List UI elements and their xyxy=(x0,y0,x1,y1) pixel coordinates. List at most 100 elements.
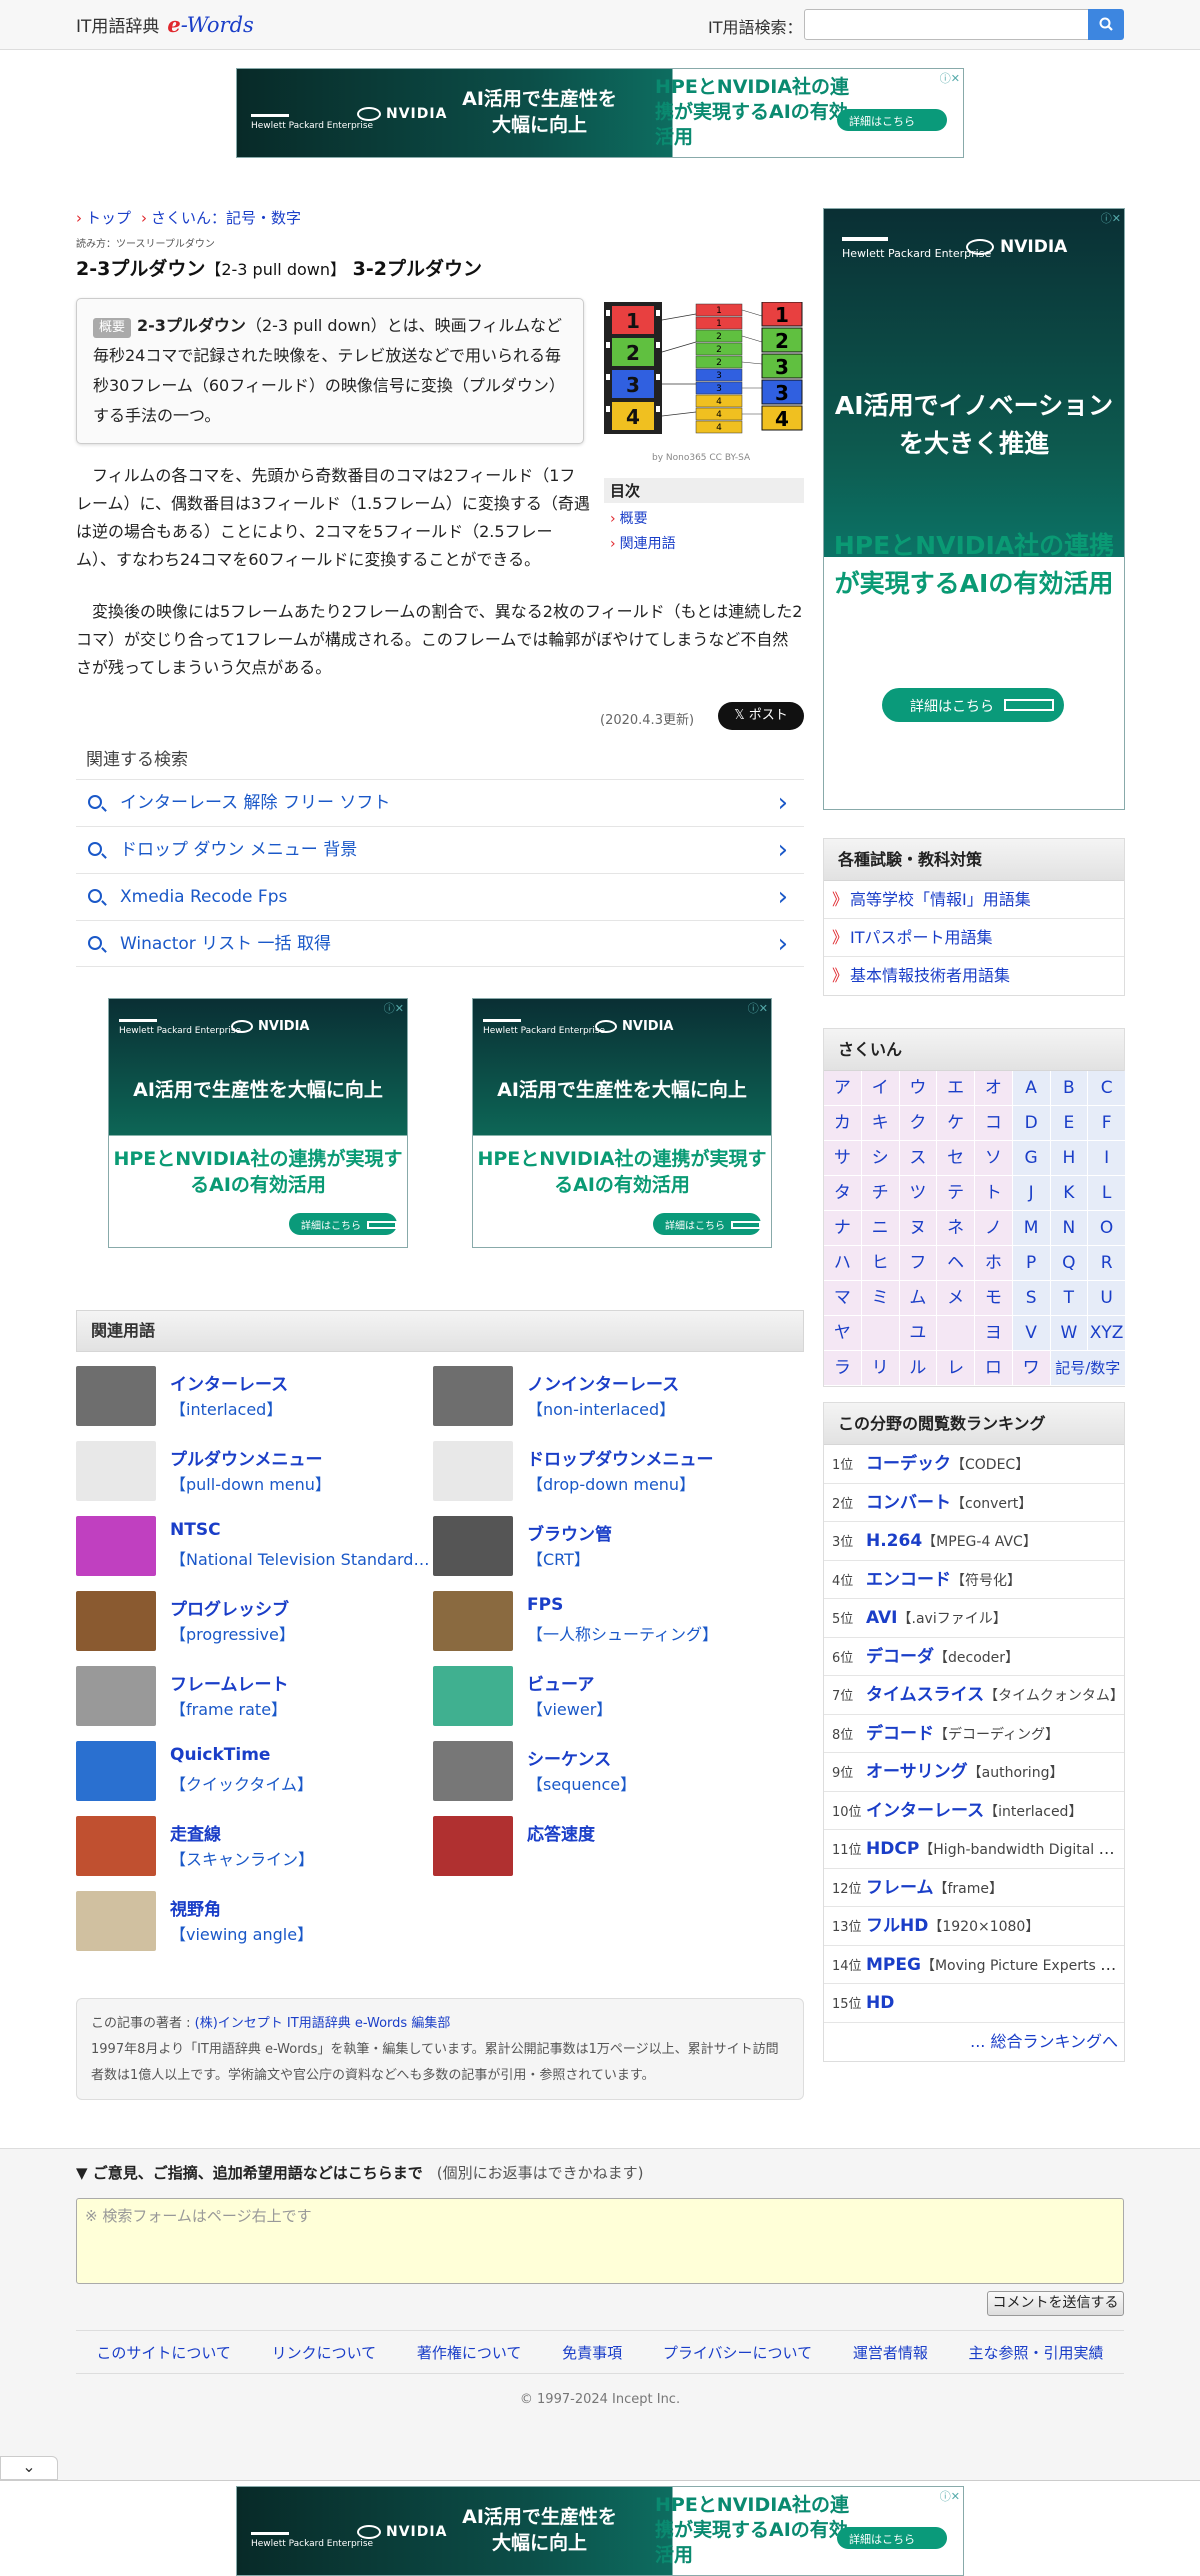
related-search-item[interactable]: インターレース 解除 フリー ソフト › xyxy=(76,779,804,826)
term-name[interactable]: 応答速度 xyxy=(527,1820,595,1845)
index-cell[interactable]: D xyxy=(1012,1106,1051,1141)
related-term-item[interactable]: NTSC 【National Television Standards Commi… xyxy=(76,1516,436,1586)
ranking-item[interactable]: 2位 コンバート【convert】 xyxy=(824,1484,1124,1522)
term-thumbnail[interactable] xyxy=(433,1816,513,1876)
term-thumbnail[interactable] xyxy=(433,1741,513,1801)
index-cell[interactable]: ウ xyxy=(899,1071,938,1106)
index-cell[interactable]: B xyxy=(1050,1071,1089,1106)
related-term-item[interactable]: プルダウンメニュー 【pull-down menu】 xyxy=(76,1441,436,1511)
term-name[interactable]: ドロップダウンメニュー xyxy=(527,1445,714,1470)
rank-term[interactable]: オーサリング xyxy=(866,1762,968,1782)
exam-link[interactable]: 》高等学校「情報Ⅰ」用語集 xyxy=(824,881,1124,919)
rank-term[interactable]: タイムスライス xyxy=(866,1685,984,1705)
sidebar-ad[interactable]: Hewlett Packard Enterprise NVIDIA AI活用でイ… xyxy=(823,208,1125,810)
index-cell[interactable]: F xyxy=(1088,1106,1126,1141)
rank-term[interactable]: デコーダ xyxy=(866,1647,934,1667)
term-name[interactable]: フレームレート xyxy=(170,1670,289,1695)
index-cell[interactable]: C xyxy=(1088,1071,1126,1106)
related-term-item[interactable]: シーケンス 【sequence】 xyxy=(433,1741,793,1811)
ranking-item[interactable]: 7位 タイムスライス【タイムクォンタム】 xyxy=(824,1676,1124,1715)
index-cell[interactable]: リ xyxy=(861,1351,900,1386)
term-name[interactable]: プルダウンメニュー xyxy=(170,1445,323,1470)
index-cell[interactable]: N xyxy=(1050,1211,1089,1246)
breadcrumb-index[interactable]: さくいん：記号・数字 xyxy=(151,209,301,227)
term-thumbnail[interactable] xyxy=(76,1366,156,1426)
index-cell[interactable]: メ xyxy=(937,1281,975,1316)
index-cell[interactable]: ワ xyxy=(1012,1351,1051,1386)
term-name[interactable]: ノンインターレース xyxy=(527,1370,679,1395)
index-cell[interactable]: ツ xyxy=(899,1176,938,1211)
image-credit[interactable]: by Nono365 CC BY-SA xyxy=(652,453,750,463)
rank-term[interactable]: HD xyxy=(866,1993,894,2013)
term-name[interactable]: ブラウン管 xyxy=(527,1520,612,1545)
related-search-item[interactable]: Winactor リスト 一括 取得 › xyxy=(76,920,804,967)
term-thumbnail[interactable] xyxy=(76,1591,156,1651)
collapse-ad-button[interactable]: ⌄ xyxy=(0,2456,58,2480)
footer-link[interactable]: リンクについて xyxy=(272,2342,377,2363)
ad-cta-button[interactable]: 詳細はこちら xyxy=(837,109,947,139)
related-term-item[interactable]: FPS 【一人称シューティング】 xyxy=(433,1591,793,1661)
toc-item-related[interactable]: 関連用語 xyxy=(604,528,804,553)
footer-link[interactable]: 著作権について xyxy=(417,2342,522,2363)
term-name[interactable]: NTSC xyxy=(170,1520,221,1540)
index-cell[interactable]: ノ xyxy=(975,1211,1013,1246)
index-cell[interactable]: フ xyxy=(899,1246,938,1281)
index-cell[interactable]: レ xyxy=(937,1351,975,1386)
top-ad-banner[interactable]: Hewlett Packard Enterprise NVIDIA AI活用で生… xyxy=(236,68,964,158)
ranking-more-link[interactable]: ... 総合ランキングへ xyxy=(824,2023,1124,2061)
index-cell[interactable]: ト xyxy=(975,1176,1013,1211)
ranking-item[interactable]: 5位 AVI【.aviファイル】 xyxy=(824,1599,1124,1638)
index-cell[interactable]: S xyxy=(1012,1281,1051,1316)
rank-term[interactable]: エンコード xyxy=(866,1570,951,1590)
related-term-item[interactable]: インターレース 【interlaced】 xyxy=(76,1366,436,1436)
ranking-item[interactable]: 14位MPEG【Moving Picture Experts Group】 xyxy=(824,1946,1124,1984)
footer-link[interactable]: 主な参照・引用実績 xyxy=(969,2342,1104,2363)
term-name[interactable]: インターレース xyxy=(170,1370,288,1395)
index-cell[interactable]: セ xyxy=(937,1141,975,1176)
index-cell[interactable]: ケ xyxy=(937,1106,975,1141)
term-name[interactable]: シーケンス xyxy=(527,1745,611,1770)
index-cell[interactable]: T xyxy=(1050,1281,1089,1316)
index-cell[interactable]: ラ xyxy=(824,1351,862,1386)
ad-close-icon[interactable]: ⓘ✕ xyxy=(940,70,960,86)
rank-term[interactable]: フルHD xyxy=(866,1916,928,1936)
author-link[interactable]: (株)インセプト IT用語辞典 e-Words 編集部 xyxy=(195,2016,451,2031)
term-name[interactable]: プログレッシブ xyxy=(170,1595,289,1620)
index-cell[interactable]: W xyxy=(1050,1316,1089,1351)
rank-term[interactable]: MPEG xyxy=(866,1955,921,1975)
rank-term[interactable]: フレーム xyxy=(866,1878,934,1898)
bottom-ad-banner[interactable]: Hewlett Packard Enterprise NVIDIA AI活用で生… xyxy=(236,2486,964,2576)
index-cell[interactable]: テ xyxy=(937,1176,975,1211)
send-comment-button[interactable]: コメントを送信する xyxy=(987,2291,1124,2316)
term-name[interactable]: ビューア xyxy=(527,1670,594,1695)
index-cell[interactable]: ホ xyxy=(975,1246,1013,1281)
term-name[interactable]: QuickTime xyxy=(170,1745,270,1765)
related-term-item[interactable]: ノンインターレース 【non-interlaced】 xyxy=(433,1366,793,1436)
index-cell[interactable]: ミ xyxy=(861,1281,900,1316)
term-thumbnail[interactable] xyxy=(433,1666,513,1726)
index-cell[interactable]: オ xyxy=(975,1071,1013,1106)
ad-close-icon[interactable]: ⓘ✕ xyxy=(748,1000,768,1016)
index-cell[interactable]: M xyxy=(1012,1211,1051,1246)
index-cell[interactable]: ニ xyxy=(861,1211,900,1246)
ranking-item[interactable]: 11位 HDCP【High-bandwidth Digital Content P… xyxy=(824,1830,1124,1869)
rank-term[interactable]: インターレース xyxy=(866,1801,984,1821)
breadcrumb-top[interactable]: トップ xyxy=(86,209,131,227)
ad-cta-button[interactable]: 詳細はこちら xyxy=(653,1213,761,1235)
toc-item-summary[interactable]: 概要 xyxy=(604,503,804,528)
x-post-button[interactable]: 𝕏 ポスト xyxy=(718,702,804,730)
term-thumbnail[interactable] xyxy=(76,1891,156,1951)
index-cell[interactable]: カ xyxy=(824,1106,862,1141)
ad-cta-button[interactable]: 詳細はこちら xyxy=(837,2527,947,2557)
index-cell[interactable]: シ xyxy=(861,1141,900,1176)
index-cell[interactable]: ヒ xyxy=(861,1246,900,1281)
index-cell[interactable]: エ xyxy=(937,1071,975,1106)
square-ad-right[interactable]: Hewlett Packard Enterprise NVIDIA AI活用で生… xyxy=(472,998,772,1248)
rank-term[interactable]: コンバート xyxy=(866,1493,951,1513)
ranking-item[interactable]: 1位 コーデック【CODEC】 xyxy=(824,1445,1124,1484)
index-cell[interactable]: ヘ xyxy=(937,1246,975,1281)
ad-close-icon[interactable]: ⓘ✕ xyxy=(1101,210,1121,226)
related-term-item[interactable]: フレームレート 【frame rate】 xyxy=(76,1666,436,1736)
index-cell[interactable]: ヨ xyxy=(975,1316,1013,1351)
square-ad-left[interactable]: Hewlett Packard Enterprise NVIDIA AI活用で生… xyxy=(108,998,408,1248)
